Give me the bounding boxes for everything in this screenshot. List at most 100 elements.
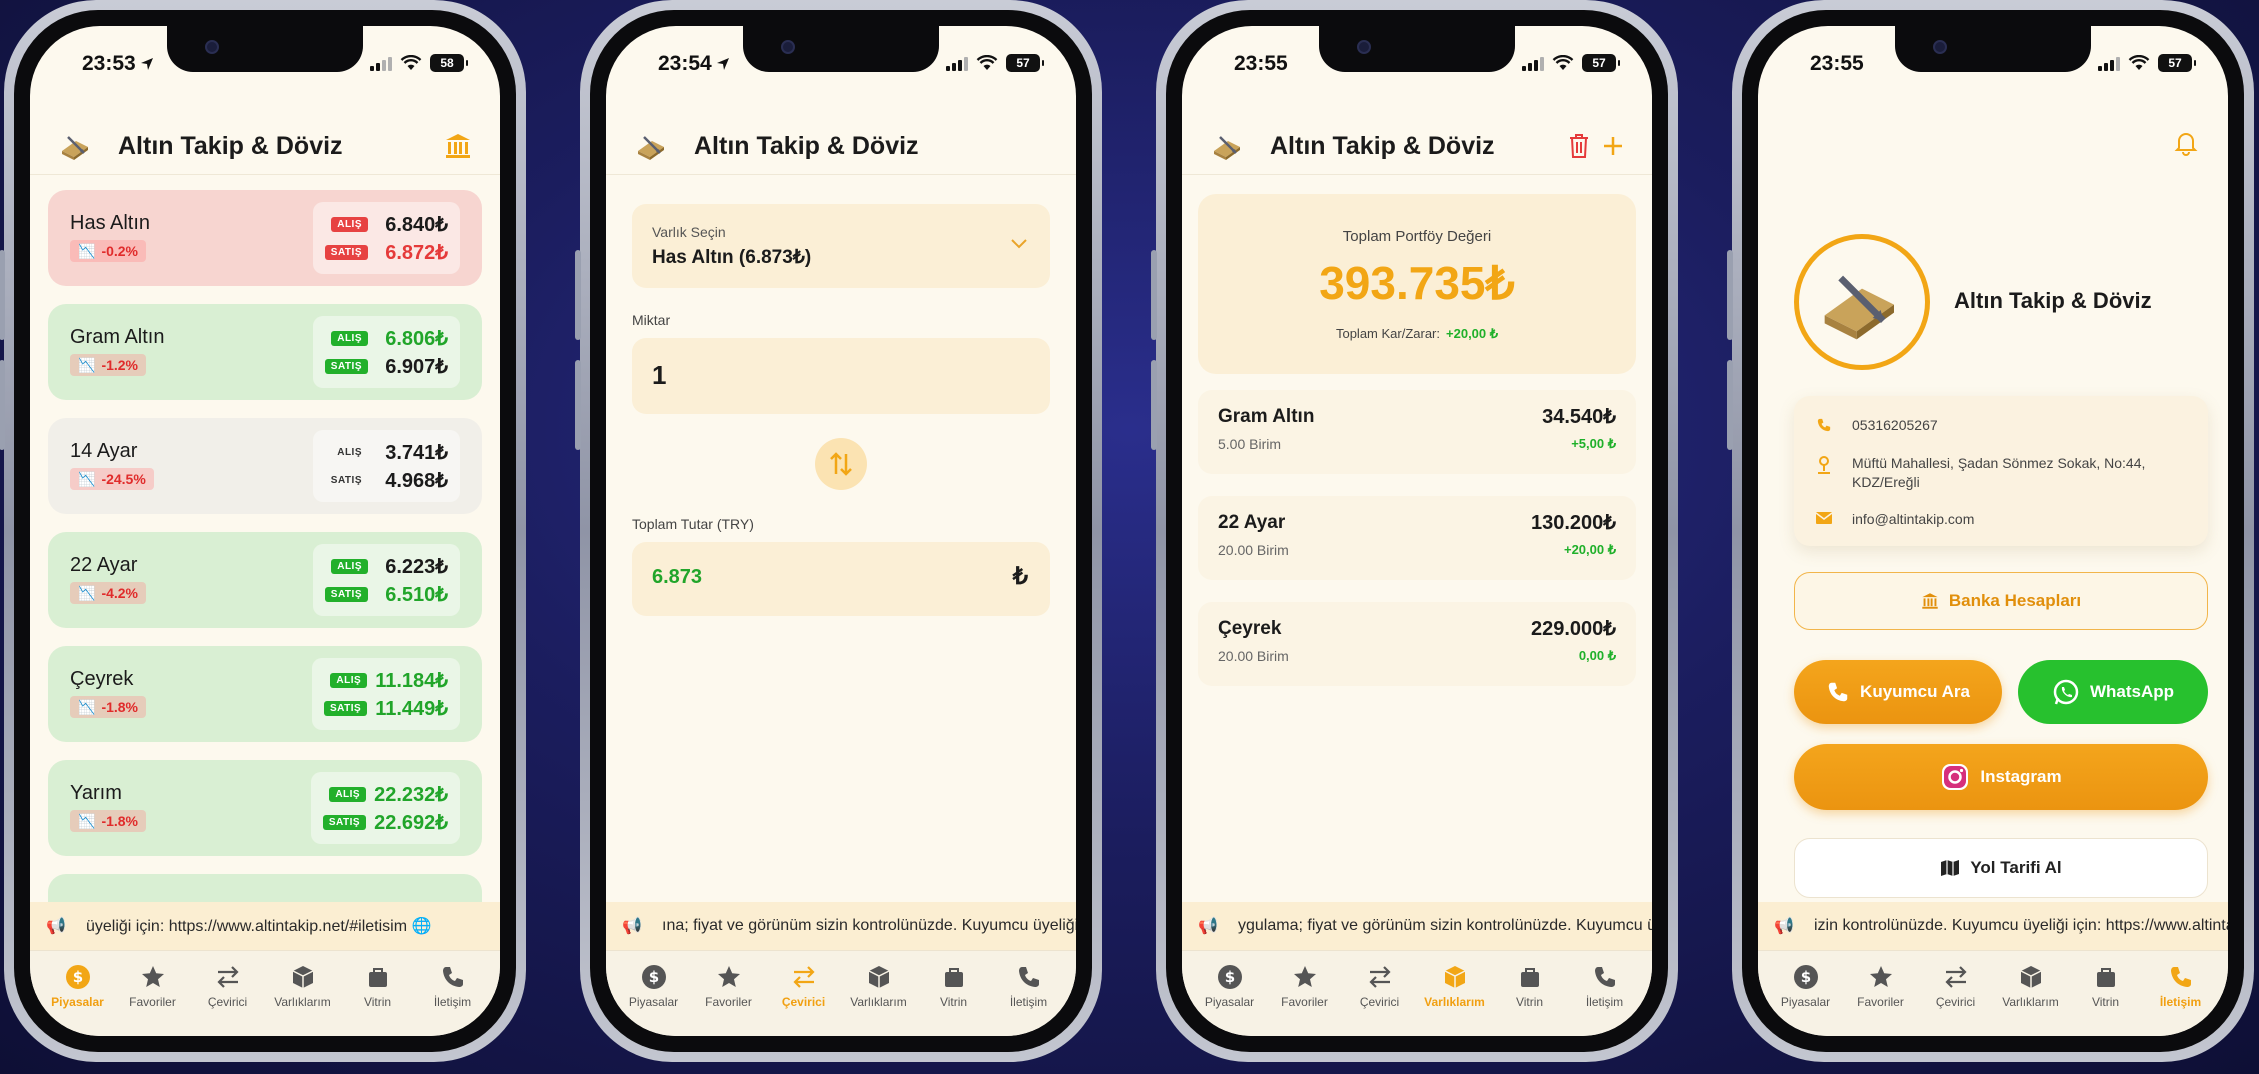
status-time: 23:55 — [1810, 52, 1864, 75]
asset-name: Gram Altın — [1218, 406, 1315, 427]
buy-price: 6.223₺ — [385, 555, 448, 578]
battery-icon: 58 — [430, 54, 468, 72]
sell-tag: SATIŞ — [324, 244, 368, 260]
tab-vitrin[interactable]: Vitrin — [1492, 963, 1567, 1036]
price-box: ALIŞ 3.741₺ SATIŞ 4.968₺ — [312, 430, 460, 502]
market-card[interactable]: Çeyrek 📉 -1.8% ALIŞ 11.184₺ SATIŞ 11.449₺ — [48, 646, 482, 742]
bag-icon — [364, 963, 392, 991]
bank-icon[interactable] — [444, 132, 472, 160]
bag-icon — [2092, 963, 2120, 991]
announcement-ticker: 📢 izin kontrolünüzde. Kuyumcu üyeliği iç… — [1758, 902, 2228, 950]
tab-piyasalar[interactable]: $ Piyasalar — [1768, 963, 1843, 1036]
signal-icon — [370, 55, 392, 71]
phone-icon — [1591, 963, 1619, 991]
address-row[interactable]: Müftü Mahallesi, Şadan Sönmez Sokak, No:… — [1814, 454, 2188, 492]
buy-price: 22.232₺ — [374, 783, 448, 806]
sell-price: 6.907₺ — [385, 355, 448, 378]
market-card[interactable]: 14 Ayar 📉 -24.5% ALIŞ 3.741₺ SATIŞ 4.968₺ — [48, 418, 482, 514]
camera — [205, 40, 219, 54]
market-card[interactable]: Has Altın 📉 -0.2% ALIŞ 6.840₺ SATIŞ 6.872₺ — [48, 190, 482, 286]
market-name: Çeyrek — [70, 668, 134, 690]
tab-favoriler[interactable]: Favoriler — [1267, 963, 1342, 1036]
price-box: ALIŞ 6.223₺ SATIŞ 6.510₺ — [312, 544, 460, 616]
svg-text:$: $ — [1800, 968, 1810, 986]
bank-accounts-button[interactable]: Banka Hesapları — [1794, 572, 2208, 630]
megaphone-icon: 📢 — [46, 918, 66, 935]
tab-piyasalar[interactable]: $ Piyasalar — [1192, 963, 1267, 1036]
swap-icon — [1942, 963, 1970, 991]
tab-cevirici[interactable]: Çevirici — [1918, 963, 1993, 1036]
market-card[interactable]: Yarım 📉 -1.8% ALIŞ 22.232₺ SATIŞ 22.692₺ — [48, 760, 482, 856]
swap-vertical-icon — [830, 452, 852, 476]
tab-iletisim[interactable]: İletişim — [1567, 963, 1642, 1036]
megaphone-icon: 📢 — [1198, 918, 1218, 935]
change-badge: 📉 -1.8% — [70, 696, 147, 718]
buy-price: 11.184₺ — [375, 669, 448, 692]
tab-favoriler[interactable]: Favoriler — [1843, 963, 1918, 1036]
email-row[interactable]: info@altintakip.com — [1814, 510, 2188, 529]
tab-piyasalar[interactable]: $ Piyasalar — [40, 963, 115, 1036]
app-bar: Altın Takip & Döviz — [30, 122, 500, 170]
sell-price: 6.872₺ — [385, 241, 448, 264]
tab-varliklarim[interactable]: Varlıklarım — [1417, 963, 1492, 1036]
directions-button[interactable]: Yol Tarifi Al — [1794, 838, 2208, 898]
camera — [1933, 40, 1947, 54]
tab-varliklarim[interactable]: Varlıklarım — [265, 963, 340, 1036]
announcement-ticker: 📢 ygulama; fiyat ve görünüm sizin kontro… — [1182, 902, 1652, 950]
box-icon — [289, 963, 317, 991]
tab-iletisim[interactable]: İletişim — [415, 963, 490, 1036]
market-card[interactable]: 22 Ayar 📉 -4.2% ALIŞ 6.223₺ SATIŞ 6.510₺ — [48, 532, 482, 628]
asset-name: 22 Ayar — [1218, 512, 1286, 533]
instagram-button[interactable]: Instagram — [1794, 744, 2208, 810]
screen-portfolio: 23:55 57 Altın Takip & Döviz Toplam Port… — [1182, 26, 1652, 1036]
buy-tag: ALIŞ — [337, 446, 362, 458]
tab-varliklarim[interactable]: Varlıklarım — [841, 963, 916, 1036]
add-icon[interactable] — [1602, 135, 1624, 157]
tab-cevirici[interactable]: Çevirici — [190, 963, 265, 1036]
buy-price: 6.806₺ — [385, 327, 448, 350]
market-name: 22 Ayar — [70, 554, 138, 576]
asset-value: 34.540₺ — [1542, 406, 1616, 428]
whatsapp-button[interactable]: WhatsApp — [2018, 660, 2208, 724]
phone-row[interactable]: 05316205267 — [1814, 416, 2188, 435]
market-card[interactable]: Gram Altın 📉 -1.2% ALIŞ 6.806₺ SATIŞ 6.907₺ — [48, 304, 482, 400]
tab-varliklarim[interactable]: Varlıklarım — [1993, 963, 2068, 1036]
asset-pnl: 0,00 ₺ — [1578, 648, 1616, 663]
camera — [1357, 40, 1371, 54]
amount-input[interactable]: 1 — [632, 338, 1050, 414]
dollar-icon: $ — [64, 963, 92, 991]
tab-cevirici[interactable]: Çevirici — [1342, 963, 1417, 1036]
svg-text:$: $ — [72, 968, 82, 986]
signal-icon — [1522, 55, 1544, 71]
trash-icon[interactable] — [1568, 133, 1590, 159]
asset-row[interactable]: Çeyrek 20.00 Birim 229.000₺ 0,00 ₺ — [1198, 602, 1636, 686]
tab-iletisim[interactable]: İletişim — [2143, 963, 2218, 1036]
swap-button[interactable] — [815, 438, 867, 490]
trend-down-icon: 📉 — [78, 812, 96, 829]
market-name: Yarım — [70, 782, 122, 804]
tab-vitrin[interactable]: Vitrin — [2068, 963, 2143, 1036]
call-jeweler-button[interactable]: Kuyumcu Ara — [1794, 660, 2002, 724]
asset-select-label: Varlık Seçin — [652, 224, 726, 240]
tab-iletisim[interactable]: İletişim — [991, 963, 1066, 1036]
tab-vitrin[interactable]: Vitrin — [340, 963, 415, 1036]
tab-favoriler[interactable]: Favoriler — [115, 963, 190, 1036]
tab-cevirici[interactable]: Çevirici — [766, 963, 841, 1036]
chevron-down-icon — [1011, 239, 1027, 249]
tab-piyasalar[interactable]: $ Piyasalar — [616, 963, 691, 1036]
tab-vitrin[interactable]: Vitrin — [916, 963, 991, 1036]
asset-row[interactable]: Gram Altın 5.00 Birim 34.540₺ +5,00 ₺ — [1198, 390, 1636, 474]
asset-select[interactable]: Varlık Seçin Has Altın (6.873₺) — [632, 204, 1050, 288]
price-box: ALIŞ 6.840₺ SATIŞ 6.872₺ — [312, 202, 460, 274]
bell-icon[interactable] — [2174, 130, 2198, 156]
bag-icon — [1516, 963, 1544, 991]
ticker-text: ına; fiyat ve görünüm sizin kontrolünüzd… — [662, 917, 1076, 934]
megaphone-icon: 📢 — [622, 918, 642, 935]
ticker-text: üyeliği için: https://www.altintakip.net… — [86, 918, 432, 935]
asset-row[interactable]: 22 Ayar 20.00 Birim 130.200₺ +20,00 ₺ — [1198, 496, 1636, 580]
sell-price: 6.510₺ — [385, 583, 448, 606]
app-title: Altın Takip & Döviz — [1270, 131, 1495, 160]
sell-tag: SATIŞ — [324, 358, 368, 374]
trend-down-icon: 📉 — [78, 584, 96, 601]
tab-favoriler[interactable]: Favoriler — [691, 963, 766, 1036]
